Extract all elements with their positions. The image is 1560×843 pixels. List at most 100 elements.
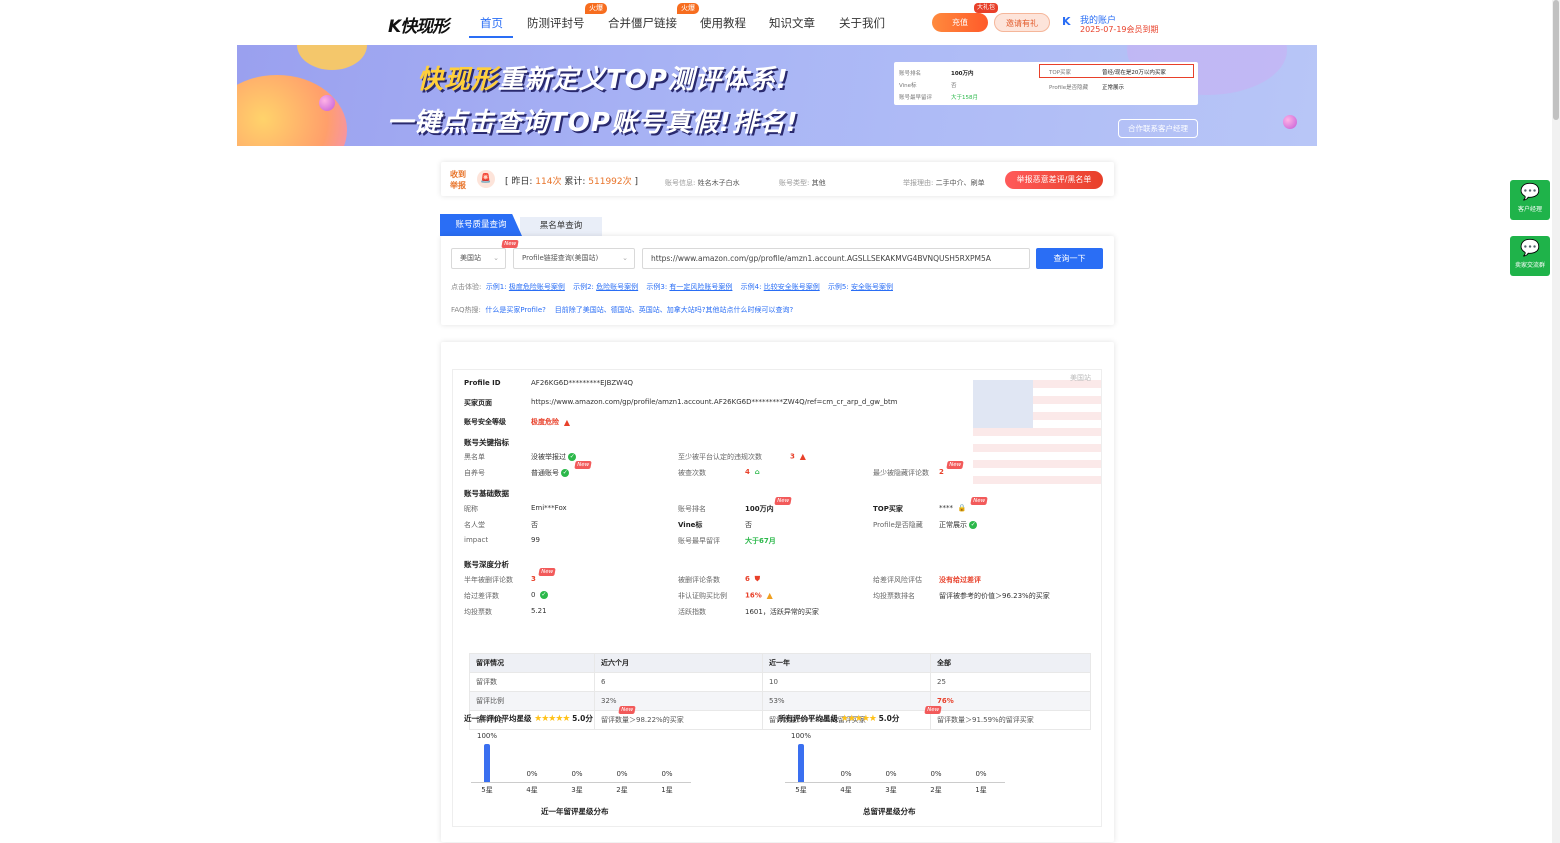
chart-tick-label: 5星 [481,786,493,794]
alarm-icon: 🚨 [477,170,495,188]
vine-value: 否 [745,521,752,529]
violations-value: 3 ▲ [790,452,806,461]
nav-active-indicator [469,36,513,38]
chart-data-label: 0% [616,770,628,778]
field-label: 昵称 [464,505,478,513]
year-rating: 近一年评价平均星级 ★★★★★ 5.0分 [464,714,593,724]
year-chart-caption: 近一年留评星级分布 [541,807,609,816]
banner-card-value: 100万内 [951,71,974,77]
nav-tutorial[interactable]: 使用教程 [700,15,746,31]
hot-badge: 火爆 [677,3,699,14]
site-logo[interactable]: K快现形 [388,12,449,37]
region-label: 美国站 [1070,374,1091,382]
new-badge: New [774,497,792,505]
section-deep-analysis: 账号深度分析 [464,560,509,569]
table-row: 留评数 6 10 25 [469,672,1091,692]
example-link[interactable]: 比较安全账号案例 [764,283,820,291]
promo-banner[interactable]: 快现形重新定义TOP测评体系! 一键点击查询TOP账号真假!排名! 账号排名 1… [237,45,1317,146]
field-label: 名人堂 [464,521,485,529]
all-rating: 所有评价平均星级 ★★★★★ 5.0分 [778,714,900,724]
banner-decoration [1283,115,1297,129]
nav-anti-review-ban[interactable]: 防测评封号 [527,15,585,31]
banner-card-label: Vine标 [899,83,917,89]
example-link[interactable]: 危险账号案例 [596,283,638,291]
seller-group-button[interactable]: 💬 卖家交流群 [1510,236,1550,276]
yesterday-label: 昨日: [511,177,533,187]
new-badge: New [970,497,988,505]
chart-data-label: 0% [885,770,897,778]
profile-hidden-value: 正常展示 ✓ [939,521,978,529]
banner-headline-rest: 重新定义TOP测评体系! [498,65,789,95]
chart-axis [785,782,1005,783]
safety-level-label: 账号安全等级 [464,418,506,426]
result-panel: 美国站 Profile ID AF26KG6D*********EJBZW4Q … [441,342,1114,842]
tab-account-quality[interactable]: 账号质量查询 [440,214,522,236]
example-link[interactable]: 安全账号案例 [851,283,893,291]
hot-badge: 火爆 [585,3,607,14]
table-row: 留评比例 32% 53% 76% [469,691,1091,711]
report-blacklist-button[interactable]: 举报恶意差评/黑名单 [1005,171,1103,189]
customer-manager-button[interactable]: 💬 客户经理 [1510,180,1550,220]
hidden-count: 2 [939,468,944,476]
field-label: 给过差评数 [464,592,499,600]
side-label: 卖家交流群 [1514,262,1545,269]
banner-card-label: TOP买家 [1049,70,1072,76]
chart-data-label: 0% [840,770,852,778]
field-label: 被查次数 [678,469,706,477]
chart-bar [798,744,804,782]
gift-badge: 大礼包 [974,3,999,13]
star-rating-icon: ★★★★★ [534,714,570,724]
nav-home[interactable]: 首页 [480,15,503,31]
tab-blacklist[interactable]: 黑名单查询 [520,217,602,236]
fame-value: 否 [531,521,538,529]
nav-merge-zombie-links[interactable]: 合并僵尸链接 [608,15,677,31]
chart-data-label: 100% [790,732,811,740]
chart-tick-label: 1星 [661,786,673,794]
half-year-deleted-value: 3 [531,575,536,583]
chart-tick-label: 2星 [930,786,942,794]
check-icon: ✓ [969,521,978,529]
query-type-select[interactable]: Profile链接查询(美国站) ⌄ [513,248,635,269]
nav-articles[interactable]: 知识文章 [769,15,815,31]
field-label: 被删评论条数 [678,576,720,584]
field-label: 给差评风险评估 [873,576,922,584]
faq-link[interactable]: 目前除了美国站、德国站、英国站、加拿大站吗?其他站点什么时候可以查询? [555,306,793,314]
ticker-entry: 举报理由: 二手中介、刷单 [903,179,985,187]
avg-votes-value: 5.21 [531,607,547,615]
field-label: 最少被隐藏评论数 [873,469,929,477]
rank-value: 100万内 [745,505,774,513]
invite-button[interactable]: 邀请有礼 [994,13,1050,32]
banner-headline: 快现形重新定义TOP测评体系! [417,59,789,96]
buyer-page-label: 买家页面 [464,399,492,407]
checked-count: 4 ⌂ [745,468,760,476]
faq-link[interactable]: 什么是买家Profile? [485,306,545,314]
nav-about[interactable]: 关于我们 [839,15,885,31]
deleted-count: 6 ⛊ [745,575,760,583]
recharge-button[interactable]: 充值 [932,13,988,32]
chart-axis [471,782,691,783]
account-icon[interactable]: K [1062,15,1071,28]
field-label: 账号最早留评 [678,537,720,545]
section-basic-data: 账号基础数据 [464,489,509,498]
profile-id-label: Profile ID [464,379,501,387]
profile-url-input[interactable]: https://www.amazon.com/gp/profile/amzn1.… [642,248,1030,269]
field-label: 账号排名 [678,505,706,513]
buyer-page-value[interactable]: https://www.amazon.com/gp/profile/amzn1.… [531,398,898,406]
scrollbar-thumb[interactable] [1553,0,1559,120]
chart-tick-label: 4星 [840,786,852,794]
query-button[interactable]: 查询一下 [1036,248,1103,269]
wechat-icon: 💬 [1520,182,1540,201]
example-link[interactable]: 极度危险账号案例 [509,283,565,291]
site-select[interactable]: 美国站 ⌄ [451,248,506,269]
nickname-value: Emi***Fox [531,504,567,512]
banner-card-value: 否 [951,83,957,89]
result-inner: 美国站 Profile ID AF26KG6D*********EJBZW4Q … [452,369,1102,827]
page-scrollbar[interactable] [1552,0,1560,843]
report-ticker: 收到举报 🚨 [ 昨日: 114次 累计: 511992次 ] 账号信息: 姓名… [441,162,1114,196]
example-link[interactable]: 有一定风险账号案例 [669,283,732,291]
chart-data-label: 0% [930,770,942,778]
chart-tick-label: 4星 [526,786,538,794]
banner-card-label: 账号最早留评 [899,95,933,101]
all-chart-caption: 总留评星级分布 [863,807,916,816]
contact-manager-button[interactable]: 合作联系客户经理 [1118,119,1198,138]
